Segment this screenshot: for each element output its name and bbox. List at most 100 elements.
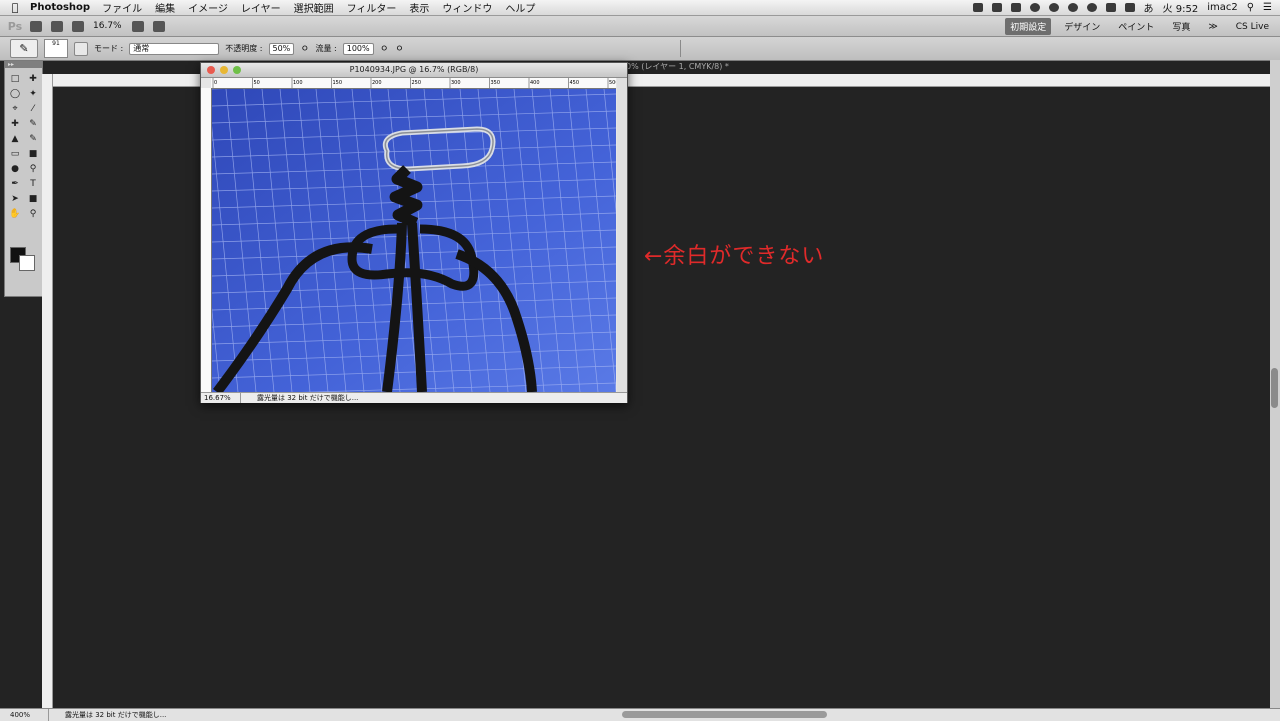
move-tool-icon[interactable]: ✚ [25,72,41,86]
messages-icon[interactable] [1048,3,1059,12]
document-vertical-ruler [201,88,212,392]
scrollbar-thumb[interactable] [1271,368,1278,408]
ruler-tick-label: 50 [254,80,260,86]
crop-tool-icon[interactable]: ⌖ [7,102,23,116]
airbrush-icon[interactable]: ⚪ [380,42,389,55]
bridge-icon[interactable] [30,20,42,32]
tool-preset-picker[interactable]: ✎ [10,39,38,58]
screen-mode-icon[interactable] [152,20,165,32]
photoshop-logo: Ps [7,19,23,33]
zoom-level-dropdown[interactable]: 16.7% [93,21,122,31]
vertical-ruler [42,74,53,708]
opacity-field[interactable]: 50% [268,42,295,55]
mini-bridge-icon[interactable] [51,20,63,32]
document-vertical-scrollbar[interactable] [617,78,627,392]
ruler-tick-label: 450 [570,80,580,86]
application-bar: Ps 16.7% 初期設定 デザイン ペイント 写真 ≫ CS Live [0,16,1280,37]
menu-user[interactable]: imac2 [1207,2,1238,13]
wifi-icon[interactable] [1086,3,1097,12]
background-color-swatch[interactable] [19,255,35,271]
pen-tool-icon[interactable]: ✒ [7,177,23,191]
mode-select[interactable]: 通常 [129,42,220,55]
ruler-tick-label: 0 [214,80,217,86]
volume-icon[interactable] [1124,3,1135,12]
tools-panel: ▸▸ □ ✚ ◯ ✦ ⌖ ⁄ ✚ ✎ ▲ ✎ ▭ ■ ● ⚲ ✒ T ➤ ■ ✋… [4,60,43,297]
main-status-message[interactable]: 露光量は 32 bit だけで機能し... [49,709,166,721]
menu-window[interactable]: ウィンドウ [442,0,492,15]
photo-image [212,89,616,392]
dodge-tool-icon[interactable]: ⚲ [25,162,41,176]
marquee-tool-icon[interactable]: □ [7,72,23,86]
type-tool-icon[interactable]: T [25,177,41,191]
menu-edit[interactable]: 編集 [155,0,175,15]
workspace-painting[interactable]: ペイント [1113,18,1159,35]
blur-tool-icon[interactable]: ● [7,162,23,176]
document-title-bar[interactable]: P1040934.JPG @ 16.7% (RGB/8) [201,63,627,78]
ruler-tick-label: 300 [451,80,461,86]
brush-size: 91 [52,40,60,47]
bluetooth-icon[interactable] [1105,3,1116,12]
workspace-essentials[interactable]: 初期設定 [1005,18,1052,35]
vertical-scrollbar[interactable] [1270,60,1280,708]
document-zoom-field[interactable]: 16.67% [201,393,241,403]
workspace-design[interactable]: デザイン [1059,18,1105,35]
workspace-photography[interactable]: 写真 [1167,18,1195,35]
flow-field[interactable]: 100% [342,42,374,55]
menu-select[interactable]: 選択範囲 [294,0,334,15]
menu-clock[interactable]: 火 9:52 [1163,0,1199,15]
options-bar: ✎ 91 モード : 通常 不透明度 : 50% ⚪ 流量 : 100% ⚪ ⚪ [0,37,1280,61]
history-brush-tool-icon[interactable]: ✎ [25,132,41,146]
status-icon[interactable] [991,3,1002,12]
path-selection-tool-icon[interactable]: ➤ [7,192,23,206]
brush-preset-picker[interactable]: 91 [44,39,68,58]
document-status-message[interactable]: 露光量は 32 bit だけで機能し... [241,393,358,403]
menu-help[interactable]: ヘルプ [505,0,535,15]
clone-stamp-tool-icon[interactable]: ▲ [7,132,23,146]
healing-brush-tool-icon[interactable]: ✚ [7,117,23,131]
brush-tool-icon[interactable]: ✎ [25,117,41,131]
tools-panel-header[interactable]: ▸▸ [5,61,42,68]
ruler-tick-label: 350 [491,80,501,86]
dropbox-icon[interactable] [972,3,983,12]
horizontal-scrollbar-thumb[interactable] [622,711,827,718]
ruler-ticks: 0 50 100 150 200 250 300 350 400 450 500 [212,78,616,88]
battery-icon[interactable] [1010,3,1021,12]
ruler-tick-label: 150 [333,80,343,86]
apple-icon[interactable]:  [0,1,30,14]
menu-view[interactable]: 表示 [409,0,429,15]
menu-file[interactable]: ファイル [102,0,142,15]
menu-image[interactable]: イメージ [188,0,228,15]
magic-wand-tool-icon[interactable]: ✦ [25,87,41,101]
opacity-pressure-icon[interactable]: ⚪ [300,42,309,55]
background-document-tab[interactable]: 0% (レイヤー 1, CMYK/8) * [626,61,729,73]
view-extras-icon[interactable] [72,20,84,32]
document-status-bar: 16.67% 露光量は 32 bit だけで機能し... [201,392,627,403]
menu-bar:  Photoshop ファイル 編集 イメージ レイヤー 選択範囲 フィルター… [0,0,1280,16]
document-title: P1040934.JPG @ 16.7% (RGB/8) [349,65,479,74]
notification-list-icon[interactable]: ☰ [1263,2,1272,13]
spotlight-icon[interactable]: ⚲ [1247,2,1254,13]
menu-filter[interactable]: フィルター [347,0,397,15]
arrange-documents-icon[interactable] [131,20,144,32]
zoom-tool-icon[interactable]: ⚲ [25,207,41,221]
cs-live-button[interactable]: CS Live [1231,20,1274,34]
mode-label: モード : [94,44,124,53]
ime-indicator[interactable]: あ [1144,0,1154,15]
menu-layer[interactable]: レイヤー [241,0,281,15]
ruler-tick-label: 200 [372,80,382,86]
gear-icon[interactable] [1029,3,1040,12]
time-machine-icon[interactable] [1067,3,1078,12]
size-pressure-icon[interactable]: ⚪ [395,42,404,55]
ruler-tick-label: 400 [530,80,540,86]
gradient-tool-icon[interactable]: ■ [25,147,41,161]
eyedropper-tool-icon[interactable]: ⁄ [25,102,41,116]
workspace-more-button[interactable]: ≫ [1203,20,1222,34]
eraser-tool-icon[interactable]: ▭ [7,147,23,161]
brush-panel-toggle[interactable] [74,41,88,56]
hand-tool-icon[interactable]: ✋ [7,207,23,221]
main-zoom-field[interactable]: 400% [0,709,49,721]
document-canvas[interactable] [212,89,616,392]
menu-app-name[interactable]: Photoshop [30,2,90,13]
lasso-tool-icon[interactable]: ◯ [7,87,23,101]
shape-tool-icon[interactable]: ■ [25,192,41,206]
